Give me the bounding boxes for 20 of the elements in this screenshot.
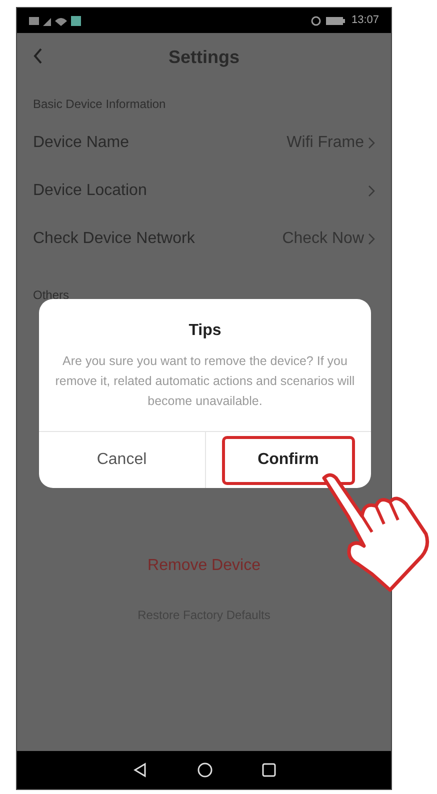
battery-icon (326, 16, 346, 26)
dialog-message: Are you sure you want to remove the device? If you remove it, related automatic actions and scenarios will become unavailable. (54, 353, 356, 410)
settings-row[interactable]: Device Location (17, 167, 391, 215)
back-button[interactable] (33, 47, 43, 65)
back-icon (33, 47, 43, 65)
chevron-icon (368, 137, 375, 149)
home-circle-icon[interactable] (196, 762, 213, 778)
chevron-icon (368, 185, 375, 197)
dialog-button[interactable]: Cancel (55, 436, 188, 484)
row-label: Device Name (33, 133, 130, 153)
row-label: Check Device Network (33, 229, 195, 249)
chevron-icon (368, 233, 375, 245)
clock: 13:07 (351, 13, 379, 28)
dialog-title: Tips (188, 321, 222, 341)
back-triangle-icon[interactable] (132, 762, 148, 778)
row-label: Device Location (33, 181, 147, 201)
page-title: Settings (168, 46, 240, 69)
alarm-icon (311, 16, 322, 26)
recents-square-icon[interactable] (262, 763, 276, 777)
action-link[interactable]: Remove Device (148, 554, 260, 578)
